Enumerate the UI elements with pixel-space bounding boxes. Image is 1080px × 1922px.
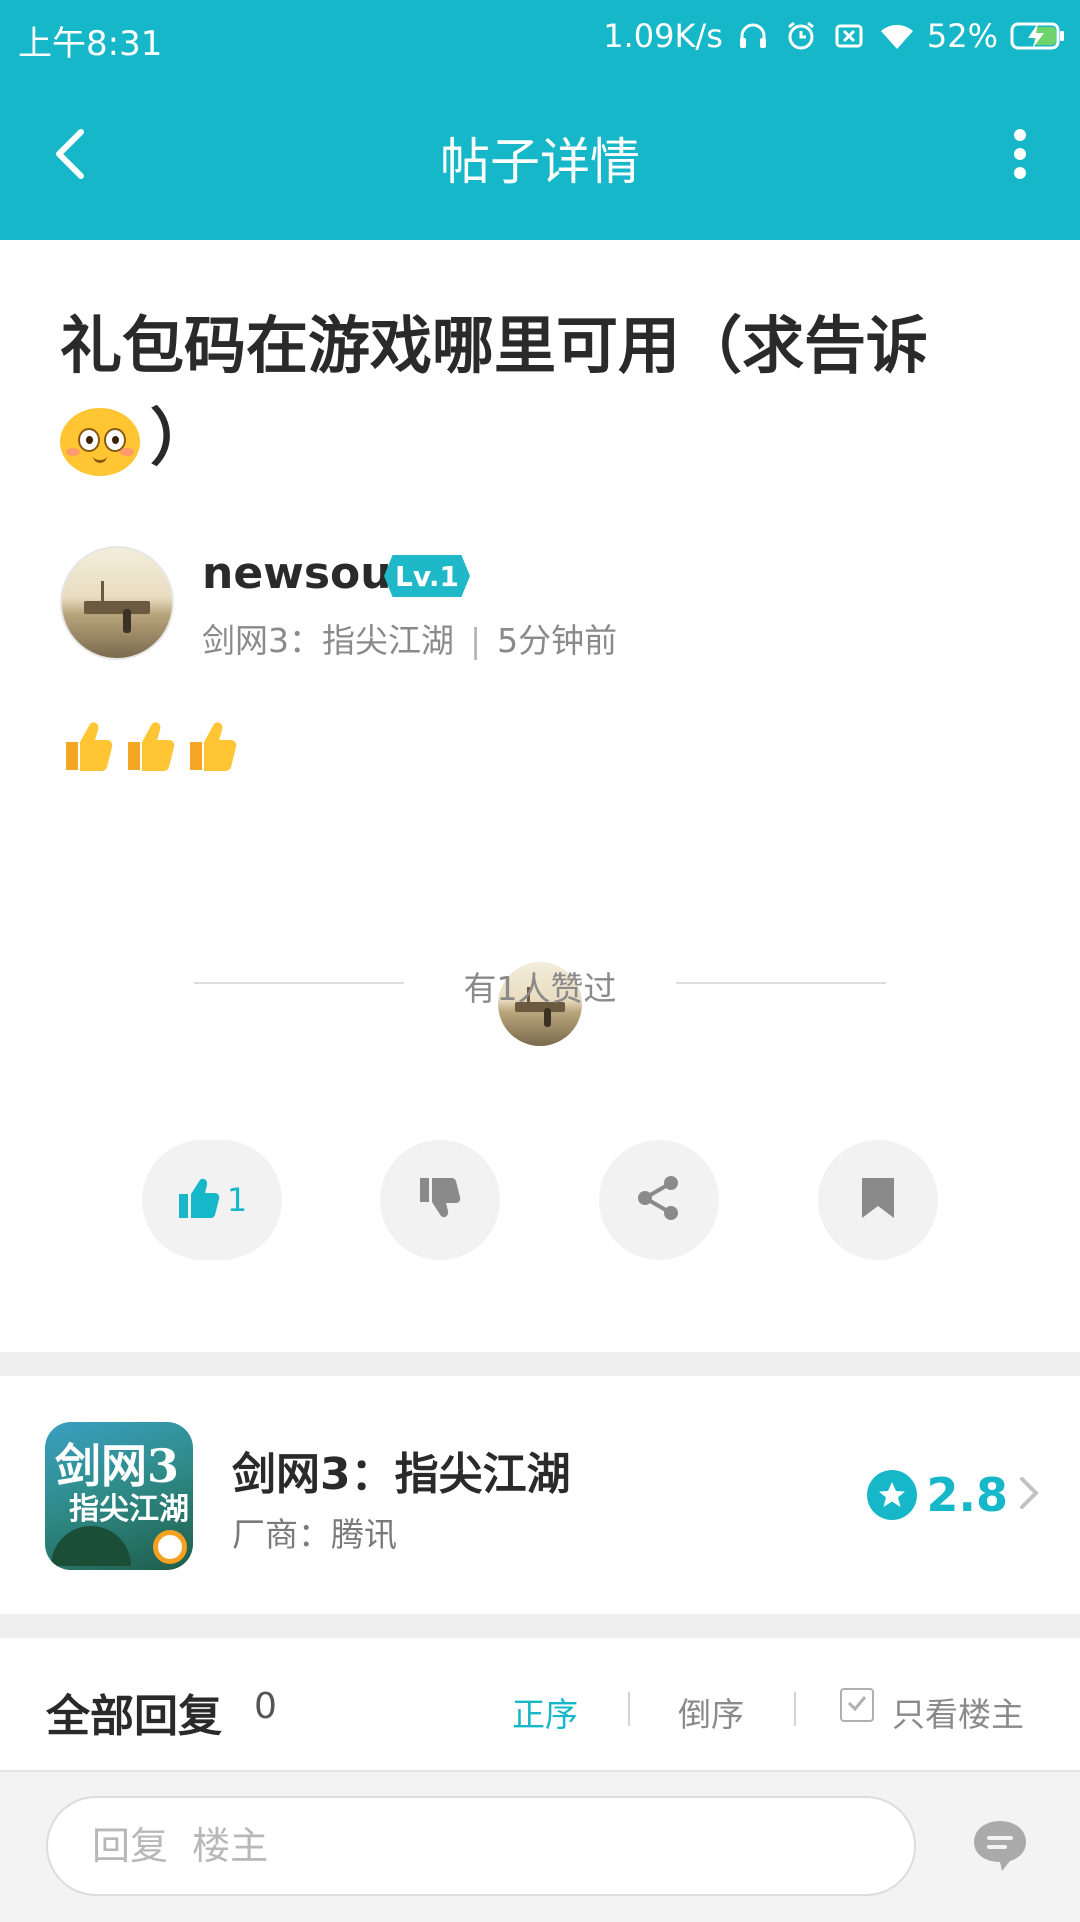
bookmark-icon [860,1176,896,1224]
thumbs-up-emoji-icon [184,718,238,774]
game-icon-subtitle: 指尖江湖 [69,1492,189,1527]
section-divider [0,1352,1080,1376]
post-title-text: 礼包码在游戏哪里可用（求告诉 [60,309,929,382]
page-title: 帖子详情 [440,133,640,191]
section-divider [0,1614,1080,1638]
game-name[interactable]: 剑网3：指尖江湖 [232,1438,571,1502]
only-op-label[interactable]: 只看楼主 [892,1688,1024,1736]
status-time: 上午8:31 [18,24,163,64]
sort-ascending-tab[interactable]: 正序 [512,1688,578,1736]
game-rating[interactable]: 2.8 [866,1468,1041,1522]
star-icon [866,1470,917,1520]
chevron-right-icon [1018,1475,1040,1515]
more-vertical-icon [1013,128,1027,184]
post-title: 礼包码在游戏哪里可用（求告诉 ） [60,300,1000,484]
dislike-button[interactable] [380,1140,500,1260]
thumbs-down-icon [418,1176,462,1224]
only-op-checkbox[interactable] [840,1688,874,1722]
post-title-tail: ） [150,401,213,474]
post-meta: 剑网3：指尖江湖 | 5分钟前 [202,621,618,660]
post-game-link[interactable]: 剑网3：指尖江湖 [202,621,454,660]
divider-line [676,982,886,984]
reply-input[interactable] [46,1796,916,1896]
replies-count: 0 [254,1686,277,1727]
liked-count-text[interactable]: 有1人赞过 [0,962,1080,1010]
bookmark-button[interactable] [818,1140,938,1260]
thumbs-up-emoji-icon [122,718,176,774]
chat-bubble-icon [972,1819,1028,1877]
level-badge: Lv.1 [384,555,470,597]
sim-off-icon [831,18,867,54]
comment-button[interactable] [970,1818,1030,1878]
post-time: 5分钟前 [497,621,618,660]
rating-score: 2.8 [926,1468,1009,1522]
battery-charging-icon [1010,18,1066,54]
battery-percent: 52% [926,17,998,55]
author-name[interactable]: newsoul [202,548,407,599]
sort-descending-tab[interactable]: 倒序 [678,1688,744,1736]
headphones-icon [735,18,771,54]
post-body [60,718,238,774]
game-vendor: 厂商：腾讯 [232,1515,397,1554]
tab-separator [794,1692,796,1726]
status-icons: 1.09K/s 52% [603,14,1066,58]
net-speed: 1.09K/s [603,17,723,55]
tab-separator [628,1692,630,1726]
app-header: 上午8:31 1.09K/s 52% 帖子详情 [0,0,1080,240]
share-button[interactable] [599,1140,719,1260]
all-replies-title: 全部回复 [46,1691,222,1742]
tencent-games-logo-icon [153,1530,187,1564]
thumbs-up-emoji-icon [60,718,114,774]
like-count: 1 [226,1181,248,1219]
more-button[interactable] [1000,118,1040,194]
like-button[interactable]: 1 [142,1140,282,1260]
thumbs-up-icon [177,1176,221,1224]
wifi-icon [879,18,915,54]
blush-emoji-icon [60,407,140,476]
check-icon [846,1692,868,1718]
share-icon [636,1175,682,1225]
alarm-icon [783,18,819,54]
game-app-icon[interactable]: 剑网3 指尖江湖 [45,1422,193,1570]
author-avatar[interactable] [60,546,174,660]
